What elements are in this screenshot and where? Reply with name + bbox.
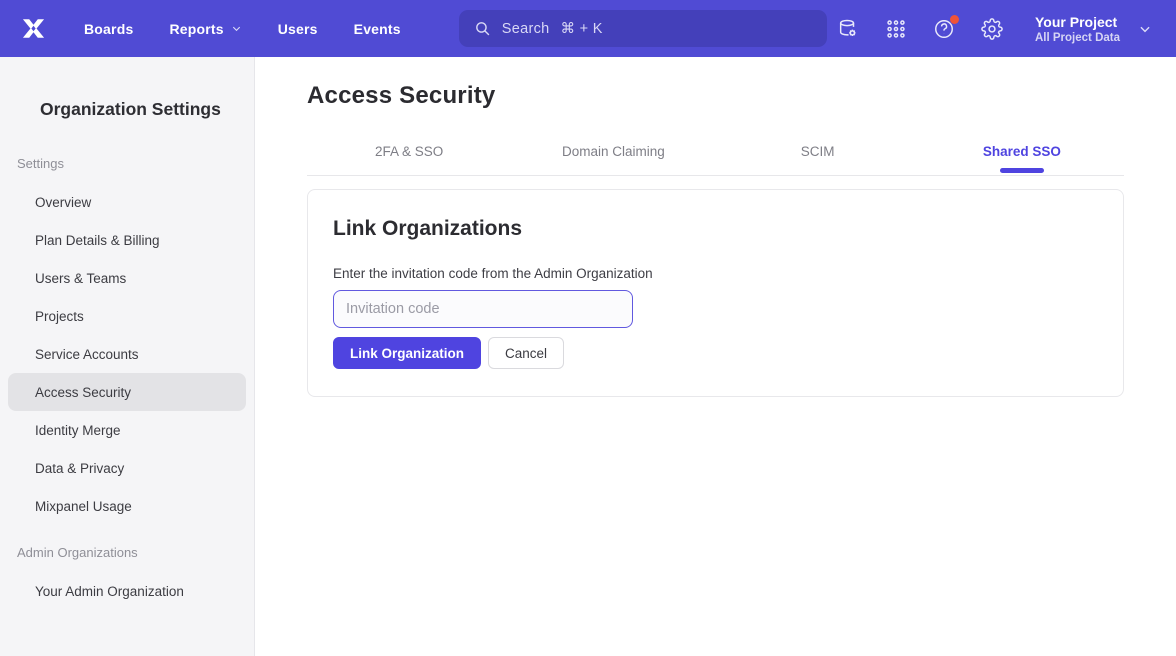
nav-item-events-label: Events xyxy=(354,21,401,37)
sidebar-item-service-accounts[interactable]: Service Accounts xyxy=(0,335,254,373)
nav-item-users-label: Users xyxy=(278,21,318,37)
cancel-button[interactable]: Cancel xyxy=(488,337,564,369)
nav-item-reports[interactable]: Reports xyxy=(169,21,241,37)
tab-domain-claiming[interactable]: Domain Claiming xyxy=(511,131,715,175)
tab-2fa-sso[interactable]: 2FA & SSO xyxy=(307,131,511,175)
card-actions: Link Organization Cancel xyxy=(333,337,1098,369)
page-title: Access Security xyxy=(307,82,1124,110)
sidebar-item-access-security[interactable]: Access Security xyxy=(8,373,246,411)
nav-item-boards-label: Boards xyxy=(84,21,133,37)
invitation-code-label: Enter the invitation code from the Admin… xyxy=(333,266,1098,281)
link-organizations-card: Link Organizations Enter the invitation … xyxy=(307,189,1124,397)
sidebar-item-identity-merge[interactable]: Identity Merge xyxy=(0,411,254,449)
sidebar-item-your-admin-organization[interactable]: Your Admin Organization xyxy=(0,572,254,610)
sidebar-section-settings: Settings xyxy=(17,156,254,171)
active-tab-indicator xyxy=(1000,168,1044,173)
settings-sidebar: Organization Settings Settings Overview … xyxy=(0,57,255,656)
nav-item-users[interactable]: Users xyxy=(278,21,318,37)
project-text: Your Project All Project Data xyxy=(1035,13,1120,45)
apps-grid-icon[interactable] xyxy=(885,18,907,40)
sidebar-item-projects[interactable]: Projects xyxy=(0,297,254,335)
link-organization-button[interactable]: Link Organization xyxy=(333,337,481,369)
search-shortcut: ⌘ + K xyxy=(561,21,603,37)
top-navbar: Boards Reports Users Events Search ⌘ + K xyxy=(0,0,1176,57)
tab-bar: 2FA & SSO Domain Claiming SCIM Shared SS… xyxy=(307,131,1124,176)
sidebar-item-data-privacy[interactable]: Data & Privacy xyxy=(0,449,254,487)
sidebar-item-plan-details-billing[interactable]: Plan Details & Billing xyxy=(0,221,254,259)
sidebar-item-users-teams[interactable]: Users & Teams xyxy=(0,259,254,297)
tab-scim[interactable]: SCIM xyxy=(716,131,920,175)
sidebar-item-mixpanel-usage[interactable]: Mixpanel Usage xyxy=(0,487,254,525)
chevron-down-icon xyxy=(231,23,242,34)
notification-badge xyxy=(950,15,959,24)
nav-item-reports-label: Reports xyxy=(169,21,223,37)
primary-nav: Boards Reports Users Events xyxy=(84,21,401,37)
search-icon xyxy=(474,20,491,37)
search-placeholder: Search xyxy=(502,21,550,37)
project-subtitle: All Project Data xyxy=(1035,31,1120,45)
help-icon[interactable] xyxy=(933,18,955,40)
tab-shared-sso-label: Shared SSO xyxy=(983,144,1061,159)
mixpanel-logo-icon[interactable] xyxy=(20,15,47,42)
navbar-right: Your Project All Project Data xyxy=(837,13,1152,45)
sidebar-section-admin-orgs: Admin Organizations xyxy=(17,545,254,560)
main-content: Access Security 2FA & SSO Domain Claimin… xyxy=(255,57,1176,656)
data-management-icon[interactable] xyxy=(837,18,859,40)
card-title: Link Organizations xyxy=(333,217,1098,241)
invitation-code-input[interactable] xyxy=(333,290,633,328)
nav-item-events[interactable]: Events xyxy=(354,21,401,37)
settings-gear-icon[interactable] xyxy=(981,18,1003,40)
sidebar-title: Organization Settings xyxy=(40,99,254,120)
search-input[interactable]: Search ⌘ + K xyxy=(459,10,827,47)
chevron-down-icon xyxy=(1138,22,1152,36)
nav-item-boards[interactable]: Boards xyxy=(84,21,133,37)
sidebar-item-overview[interactable]: Overview xyxy=(0,183,254,221)
project-switcher[interactable]: Your Project All Project Data xyxy=(1035,13,1152,45)
tab-shared-sso[interactable]: Shared SSO xyxy=(920,131,1124,175)
project-name: Your Project xyxy=(1035,13,1120,31)
